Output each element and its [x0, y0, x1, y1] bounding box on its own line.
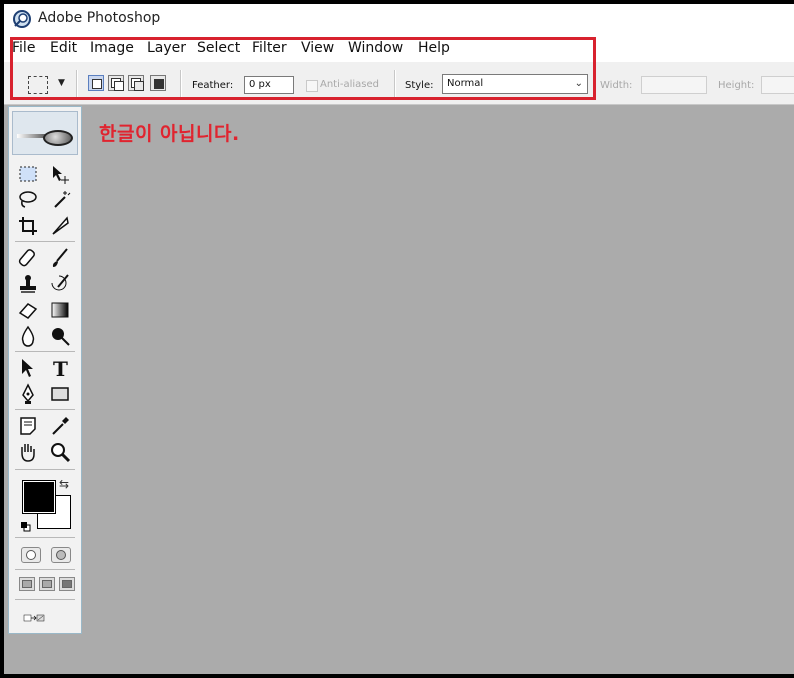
toolbox-divider [15, 469, 75, 470]
brush-icon[interactable] [49, 247, 71, 269]
crop-icon[interactable] [17, 215, 39, 237]
rectangle-shape-icon[interactable] [49, 383, 71, 405]
toolbox-divider [15, 241, 75, 242]
blur-icon[interactable] [17, 325, 39, 347]
pen-icon[interactable] [17, 383, 39, 405]
highlight-box [10, 37, 596, 100]
type-icon[interactable]: T [49, 357, 71, 379]
notes-icon[interactable] [17, 415, 39, 437]
toolbox-divider [15, 351, 75, 352]
dodge-icon[interactable] [49, 325, 71, 347]
eraser-icon[interactable] [17, 299, 39, 321]
foreground-color-swatch[interactable] [22, 480, 56, 514]
hand-icon[interactable] [17, 441, 39, 463]
eyedropper-icon[interactable] [49, 415, 71, 437]
jump-to-imageready-icon[interactable] [23, 607, 67, 629]
svg-text:T: T [53, 357, 68, 379]
default-colors-icon[interactable] [21, 517, 31, 532]
toolbox-divider [15, 569, 75, 570]
slice-icon[interactable] [49, 215, 71, 237]
standard-screen-mode-button[interactable] [19, 577, 35, 591]
healing-brush-icon[interactable] [17, 247, 39, 269]
quick-mask-mode-button[interactable] [51, 547, 71, 563]
path-selection-icon[interactable] [17, 357, 39, 379]
move-icon[interactable] [49, 163, 71, 185]
toolbox-panel: T ⇆ [8, 106, 82, 634]
rectangular-marquee-icon[interactable] [17, 163, 39, 185]
standard-mode-button[interactable] [21, 547, 41, 563]
toolbox-divider [15, 599, 75, 600]
adobe-online-button[interactable] [12, 111, 78, 155]
history-brush-icon[interactable] [49, 273, 71, 295]
height-input[interactable] [761, 76, 794, 94]
full-screen-menu-mode-button[interactable] [39, 577, 55, 591]
magic-wand-icon[interactable] [49, 189, 71, 211]
toolbox-divider [15, 409, 75, 410]
toolbox-divider [15, 537, 75, 538]
height-label: Height: [718, 80, 755, 91]
lasso-icon[interactable] [17, 189, 39, 211]
window-title: Adobe Photoshop [38, 10, 161, 26]
korean-annotation: 한글이 아닙니다. [99, 123, 240, 145]
width-input[interactable] [641, 76, 707, 94]
gradient-icon[interactable] [49, 299, 71, 321]
zoom-icon[interactable] [49, 441, 71, 463]
width-label: Width: [600, 80, 633, 91]
full-screen-mode-button[interactable] [59, 577, 75, 591]
swap-colors-icon[interactable]: ⇆ [59, 477, 69, 491]
clone-stamp-icon[interactable] [17, 273, 39, 295]
photoshop-logo-icon [12, 9, 32, 29]
screenshot-frame: Adobe Photoshop File Edit Image Layer Se… [0, 0, 794, 678]
title-bar: Adobe Photoshop [4, 4, 794, 34]
photoshop-window: Adobe Photoshop File Edit Image Layer Se… [4, 4, 794, 674]
